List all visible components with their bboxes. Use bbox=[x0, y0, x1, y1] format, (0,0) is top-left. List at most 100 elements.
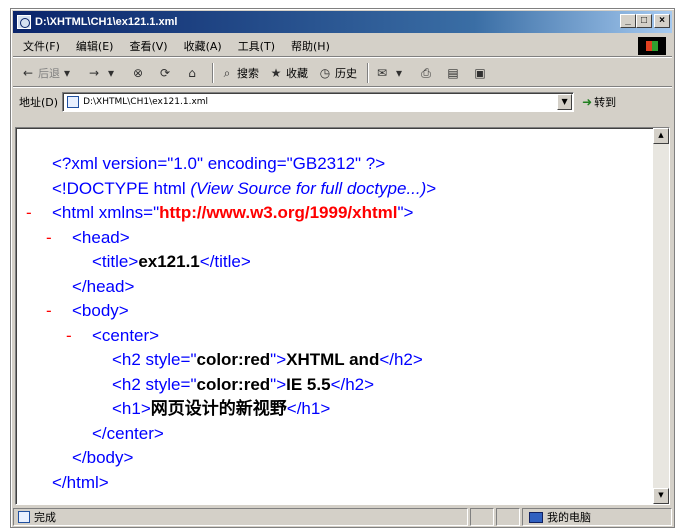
security-zone: 我的电脑 bbox=[522, 508, 672, 526]
zone-label: 我的电脑 bbox=[547, 511, 591, 524]
status-panel: 完成 bbox=[13, 508, 468, 526]
go-label: 转到 bbox=[594, 96, 617, 109]
chevron-down-icon: ▾ bbox=[107, 65, 115, 80]
discuss-icon: ▣ bbox=[474, 65, 486, 80]
browser-window: D:\XHTML\CH1\ex121.1.xml _ □ × 文件(F) 编辑(… bbox=[10, 8, 675, 528]
xml-line: </html> bbox=[26, 471, 436, 496]
style-value: color:red bbox=[196, 350, 271, 369]
back-button[interactable]: ← 后退 ▾ bbox=[21, 65, 77, 81]
menu-view[interactable]: 查看(V) bbox=[129, 38, 167, 54]
status-bar: 完成 我的电脑 bbox=[13, 507, 672, 527]
scroll-down-button[interactable]: ▼ bbox=[653, 488, 669, 504]
menu-file[interactable]: 文件(F) bbox=[23, 38, 60, 54]
forward-arrow-icon: → bbox=[88, 65, 100, 80]
print-button[interactable]: ⎙ bbox=[419, 66, 436, 80]
h1-text: 网页设计的新视野 bbox=[150, 399, 287, 418]
collapse-toggle[interactable]: - bbox=[66, 324, 92, 349]
favorites-button[interactable]: ★ 收藏 bbox=[269, 65, 308, 81]
minimize-button[interactable]: _ bbox=[620, 14, 636, 28]
xml-line: <h2 style="color:red">IE 5.5</h2> bbox=[26, 373, 436, 398]
vertical-scrollbar[interactable]: ▲ ▼ bbox=[653, 128, 669, 504]
page-icon bbox=[67, 96, 80, 108]
html-open-tag: <html xmlns=" bbox=[52, 203, 160, 222]
xml-line: <?xml version="1.0" encoding="GB2312" ?> bbox=[26, 152, 436, 177]
xml-declaration: <?xml version="1.0" encoding="GB2312" ?> bbox=[52, 154, 386, 173]
back-arrow-icon: ← bbox=[22, 65, 34, 80]
body-open-tag: <body> bbox=[72, 301, 129, 320]
windows-logo-icon bbox=[638, 37, 666, 55]
collapse-toggle[interactable]: - bbox=[46, 299, 72, 324]
edit-icon: ▤ bbox=[447, 65, 459, 80]
h2-text: IE 5.5 bbox=[286, 374, 331, 394]
h1-open-tag: <h1> bbox=[112, 399, 151, 418]
toolbar-separator bbox=[367, 62, 369, 83]
ie-document-icon bbox=[17, 15, 31, 29]
menu-tools[interactable]: 工具(T) bbox=[238, 38, 275, 54]
window-controls: _ □ × bbox=[620, 14, 670, 28]
xml-view-pane: <?xml version="1.0" encoding="GB2312" ?>… bbox=[15, 127, 670, 505]
doctype-link[interactable]: (View Source for full doctype...) bbox=[190, 179, 426, 198]
status-pane-empty bbox=[470, 508, 494, 526]
xml-line: - <html xmlns="http://www.w3.org/1999/xht… bbox=[26, 201, 436, 226]
stop-button[interactable]: ⊗ bbox=[131, 66, 148, 80]
go-arrow-icon: ➜ bbox=[582, 95, 593, 109]
chevron-down-icon: ▾ bbox=[395, 65, 403, 80]
center-close-tag: </center> bbox=[92, 423, 164, 443]
xml-line: </head> bbox=[26, 275, 436, 300]
favorites-icon: ★ bbox=[270, 65, 282, 80]
address-value: D:\XHTML\CH1\ex121.1.xml bbox=[83, 97, 209, 107]
address-label: 地址(D) bbox=[19, 96, 59, 109]
chevron-down-icon: ▾ bbox=[63, 65, 71, 80]
html-open-tag-end: "> bbox=[397, 203, 414, 222]
doctype-tag: <!DOCTYPE html bbox=[52, 178, 191, 198]
go-button[interactable]: ➜ 转到 bbox=[582, 94, 616, 110]
xml-line: <h2 style="color:red">XHTML and</h2> bbox=[26, 348, 436, 373]
xml-line: - <body> bbox=[26, 299, 436, 324]
style-value: color:red bbox=[196, 374, 271, 394]
xml-source: <?xml version="1.0" encoding="GB2312" ?>… bbox=[26, 152, 436, 495]
address-dropdown-button[interactable]: ▼ bbox=[557, 94, 573, 110]
xmlns-value: http://www.w3.org/1999/xhtml bbox=[159, 203, 398, 222]
menu-bar: 文件(F) 编辑(E) 查看(V) 收藏(A) 工具(T) 帮助(H) bbox=[13, 35, 672, 57]
discuss-button[interactable]: ▣ bbox=[473, 66, 490, 80]
address-input[interactable]: D:\XHTML\CH1\ex121.1.xml ▼ bbox=[62, 92, 575, 112]
collapse-toggle[interactable]: - bbox=[46, 226, 72, 251]
scroll-up-button[interactable]: ▲ bbox=[653, 128, 669, 144]
search-button[interactable]: ⌕ 搜索 bbox=[220, 65, 259, 81]
edit-button[interactable]: ▤ bbox=[446, 66, 463, 80]
html-close-tag: </html> bbox=[52, 472, 109, 492]
xml-line: - <center> bbox=[26, 324, 436, 349]
menu-help[interactable]: 帮助(H) bbox=[291, 38, 330, 54]
h2-close-tag: </h2> bbox=[330, 374, 375, 394]
collapse-toggle[interactable]: - bbox=[26, 201, 52, 226]
title-text: ex121.1 bbox=[138, 252, 200, 271]
back-label: 后退 bbox=[38, 66, 60, 80]
xml-line: </body> bbox=[26, 446, 436, 471]
favorites-label: 收藏 bbox=[286, 66, 308, 80]
forward-button[interactable]: → ▾ bbox=[87, 66, 121, 80]
search-icon: ⌕ bbox=[223, 65, 231, 80]
my-computer-icon bbox=[529, 511, 543, 523]
search-label: 搜索 bbox=[237, 66, 259, 80]
title-bar: D:\XHTML\CH1\ex121.1.xml _ □ × bbox=[13, 11, 672, 33]
home-button[interactable]: ⌂ bbox=[185, 66, 202, 80]
mail-button[interactable]: ✉ ▾ bbox=[375, 66, 409, 80]
menu-edit[interactable]: 编辑(E) bbox=[76, 38, 114, 54]
stop-icon: ⊗ bbox=[132, 65, 144, 80]
h2-open-tag-end: "> bbox=[270, 374, 287, 394]
xml-line: <h1>网页设计的新视野</h1> bbox=[26, 397, 436, 422]
menu-favorites[interactable]: 收藏(A) bbox=[184, 38, 222, 54]
address-bar: 地址(D) D:\XHTML\CH1\ex121.1.xml ▼ ➜ 转到 bbox=[13, 89, 672, 115]
maximize-button[interactable]: □ bbox=[636, 14, 652, 28]
status-pane-empty bbox=[496, 508, 520, 526]
refresh-button[interactable]: ⟳ bbox=[158, 66, 175, 80]
close-button[interactable]: × bbox=[654, 14, 670, 28]
history-label: 历史 bbox=[335, 66, 357, 80]
h1-close-tag: </h1> bbox=[286, 399, 331, 418]
history-button[interactable]: ◷ 历史 bbox=[318, 65, 357, 81]
history-icon: ◷ bbox=[319, 65, 331, 80]
h2-close-tag: </h2> bbox=[379, 350, 423, 369]
page-done-icon bbox=[18, 511, 30, 523]
print-icon: ⎙ bbox=[421, 65, 431, 80]
window-title: D:\XHTML\CH1\ex121.1.xml bbox=[35, 16, 178, 28]
